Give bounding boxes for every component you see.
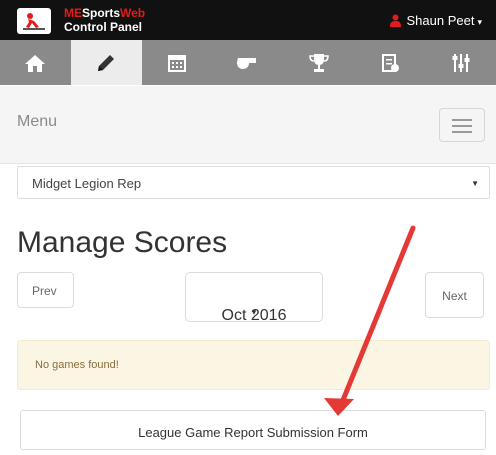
menu-toggle-button[interactable] <box>439 108 485 142</box>
hamburger-icon-line <box>452 125 472 127</box>
prev-month-button[interactable]: Prev <box>17 272 74 308</box>
hamburger-icon-line <box>452 131 472 133</box>
sliders-icon <box>452 53 470 72</box>
next-button-label: Next <box>442 289 467 303</box>
logo-icon <box>23 13 45 30</box>
brand-part-web: Web <box>120 6 146 20</box>
user-name: Shaun Peet <box>406 13 475 28</box>
whistle-icon <box>237 57 256 69</box>
no-games-alert: No games found! <box>17 340 490 390</box>
icon-nav-bar <box>0 40 496 85</box>
menu-bar: Menu <box>0 86 496 164</box>
user-icon <box>389 14 401 27</box>
brand-part-sports: Sports <box>82 6 121 20</box>
brand-subtitle: Control Panel <box>64 20 143 34</box>
hamburger-icon-line <box>452 119 472 121</box>
league-report-form-button[interactable]: League Game Report Submission Form <box>20 410 486 450</box>
team-select[interactable]: Midget Legion Rep ▼ <box>17 166 490 199</box>
nav-home[interactable] <box>0 40 71 85</box>
nav-calendar[interactable] <box>142 40 213 85</box>
nav-reports[interactable] <box>354 40 425 85</box>
team-select-value: Midget Legion Rep <box>32 176 142 191</box>
nav-edit[interactable] <box>70 40 142 85</box>
menu-label: Menu <box>17 113 58 130</box>
home-icon <box>25 54 46 72</box>
page-title: Manage Scores <box>17 226 228 259</box>
app-logo[interactable] <box>17 8 51 34</box>
nav-whistle[interactable] <box>213 40 284 85</box>
pencil-icon <box>98 54 115 71</box>
user-menu[interactable]: Shaun Peet ▾ <box>389 13 482 28</box>
chevron-down-icon: ▾ <box>477 17 482 27</box>
next-month-button[interactable]: Next <box>425 272 484 318</box>
alert-text: No games found! <box>35 359 119 371</box>
top-bar: MESportsWeb Control Panel Shaun Peet ▾ <box>0 0 496 40</box>
chevron-down-icon: ▾ <box>251 307 257 317</box>
trophy-icon <box>309 53 329 72</box>
chevron-down-icon: ▼ <box>471 179 479 188</box>
nav-settings[interactable] <box>425 40 496 85</box>
nav-trophy[interactable] <box>283 40 354 85</box>
calendar-icon <box>168 54 187 72</box>
prev-button-label: Prev <box>32 284 57 298</box>
league-report-form-label: League Game Report Submission Form <box>138 425 368 440</box>
month-dropdown[interactable]: Oct 2016 ▾ <box>185 272 323 324</box>
brand-part-me: ME <box>64 6 82 20</box>
clipboard-icon <box>381 53 399 72</box>
brand-name: MESportsWeb Control Panel <box>64 6 145 34</box>
